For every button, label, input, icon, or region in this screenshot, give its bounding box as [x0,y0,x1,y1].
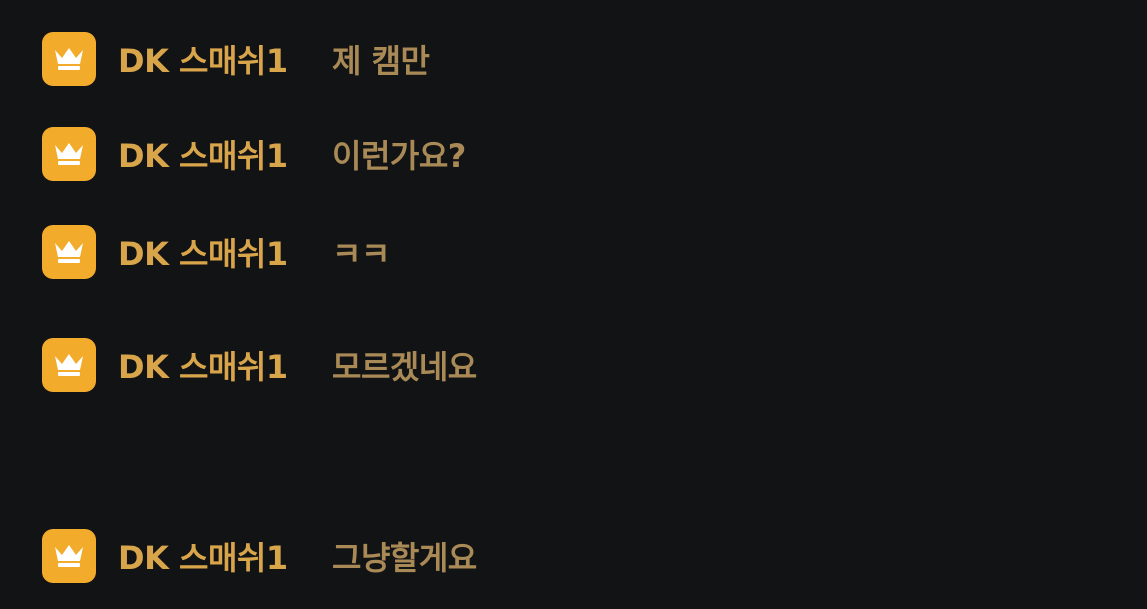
chat-username[interactable]: DK 스매쉬1 [118,229,332,275]
user-badge [42,338,96,392]
chat-message-text: 그냥할게요 [332,539,477,577]
chat-message: DK 스매쉬1 ㅋㅋ [42,225,390,279]
chat-message-text: 이런가요? [332,137,466,175]
chat-username[interactable]: DK 스매쉬1 [118,131,332,177]
crown-icon [55,354,83,376]
crown-icon [55,241,83,263]
user-badge [42,32,96,86]
user-badge [42,529,96,583]
crown-icon [55,545,83,567]
crown-icon [55,48,83,70]
crown-icon [55,143,83,165]
chat-message-text: ㅋㅋ [332,235,390,273]
chat-username[interactable]: DK 스매쉬1 [118,533,332,579]
chat-username[interactable]: DK 스매쉬1 [118,342,332,388]
chat-message: DK 스매쉬1 모르겠네요 [42,338,477,392]
chat-message: DK 스매쉬1 제 캠만 [42,32,430,86]
chat-message-text: 모르겠네요 [332,348,477,386]
chat-message-text: 제 캠만 [332,42,430,80]
user-badge [42,225,96,279]
chat-message: DK 스매쉬1 이런가요? [42,127,466,181]
user-badge [42,127,96,181]
chat-username[interactable]: DK 스매쉬1 [118,36,332,82]
chat-message: DK 스매쉬1 그냥할게요 [42,529,477,583]
chat-message-list: DK 스매쉬1 제 캠만 DK 스매쉬1 이런가요? DK 스매쉬1 ㅋㅋ DK… [0,0,1147,609]
